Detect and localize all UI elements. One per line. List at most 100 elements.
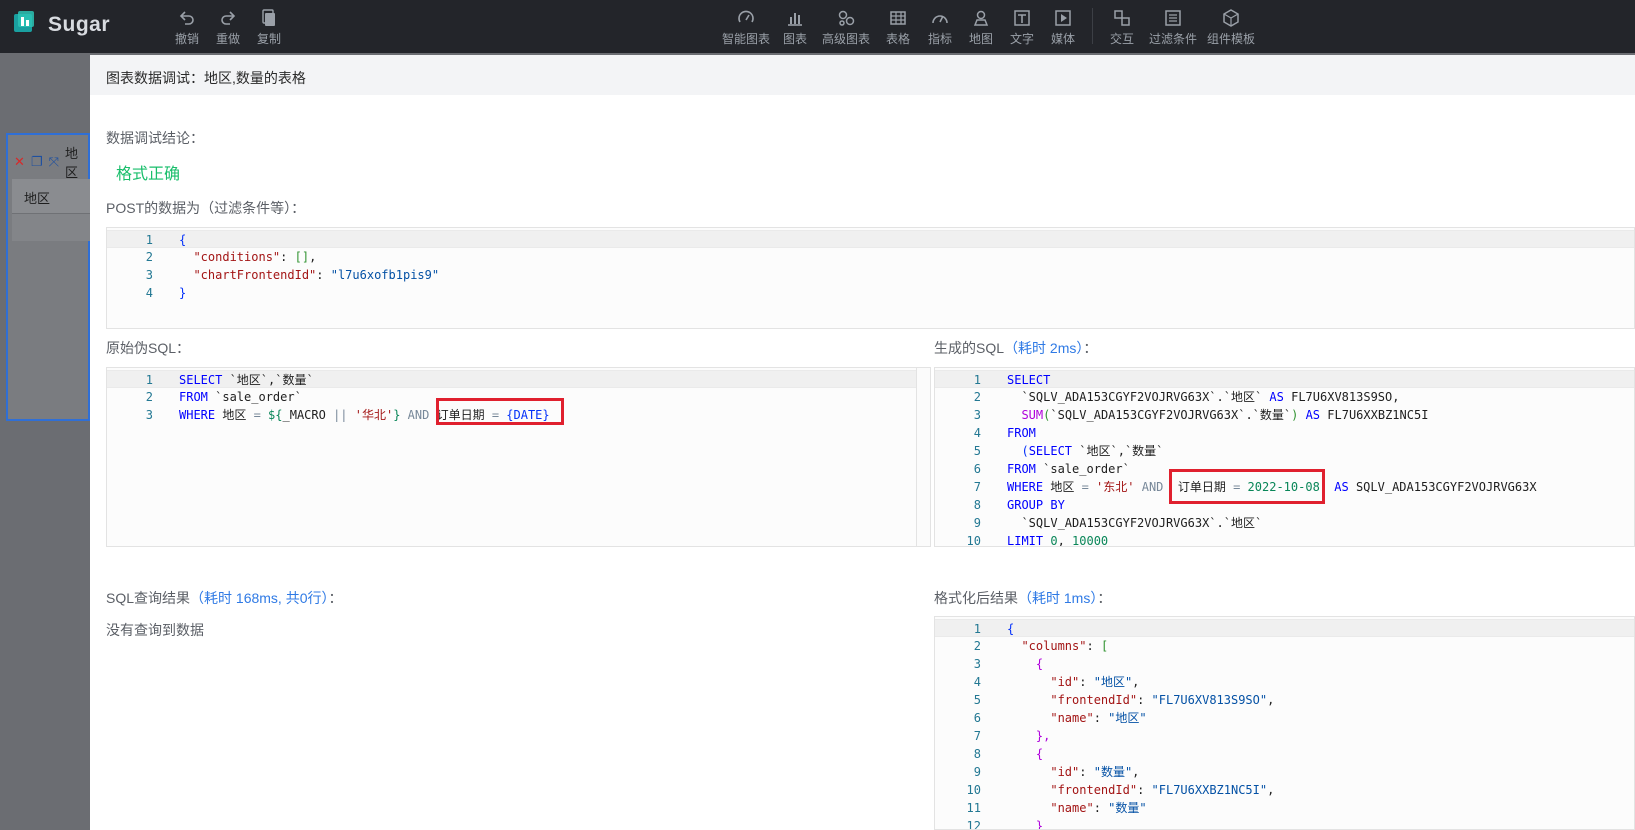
interaction-icon xyxy=(1114,10,1130,26)
smart-chart-label: 智能图表 xyxy=(722,32,771,46)
post-data-label: POST的数据为（过滤条件等）： xyxy=(106,200,306,216)
chart-button[interactable]: 图表 xyxy=(783,8,807,47)
line-number: 9 xyxy=(973,765,981,779)
advanced-chart-button[interactable]: 高级图表 xyxy=(822,8,870,47)
code-line: 1{ xyxy=(107,230,1634,248)
interaction-label: 交互 xyxy=(1110,32,1135,46)
code-token: { xyxy=(179,233,187,247)
smart-chart-button[interactable]: 智能图表 xyxy=(722,8,770,47)
code-line: 3 SUM(`SQLV_ADA153CGYF2VOJRVG63X`.`数量`) … xyxy=(935,406,1634,424)
filter-button[interactable]: 过滤条件 xyxy=(1149,8,1197,47)
duplicate-icon: ❐ xyxy=(30,154,43,169)
code-token: FL7U6XV813S9SO, xyxy=(1283,390,1400,404)
code-token: WHERE xyxy=(1007,480,1044,494)
bar-chart-icon xyxy=(788,13,802,26)
code-token: "地区" xyxy=(1108,711,1147,725)
text-icon xyxy=(1014,10,1030,26)
raw-sql-label: 原始伪SQL： xyxy=(106,340,191,356)
code-line: 2 "columns": [ xyxy=(935,637,1634,655)
code-token: } xyxy=(179,286,187,300)
code-token: "chartFrontendId" xyxy=(193,268,317,282)
line-number: 4 xyxy=(973,426,981,440)
line-number: 2 xyxy=(973,390,981,404)
code-line: 10 "frontendId": "FL7U6XXBZ1NC5I", xyxy=(935,781,1634,799)
code-token: SELECT xyxy=(1007,373,1051,387)
code-token: [] xyxy=(294,250,310,264)
widget-tools: ✕ ❐ ⤧ 地区 xyxy=(14,143,88,181)
code-token: _MACRO xyxy=(282,408,334,422)
table-button[interactable]: 表格 xyxy=(886,8,910,47)
table-row xyxy=(12,213,90,241)
media-label: 媒体 xyxy=(1051,32,1076,46)
sql-result-title: SQL查询结果 xyxy=(106,590,191,606)
highlight-box xyxy=(436,398,564,425)
code-token: GROUP BY xyxy=(1007,498,1065,512)
code-token: FROM xyxy=(179,390,208,404)
code-token: "frontendId" xyxy=(1050,693,1138,707)
sql-result-colon: ： xyxy=(328,590,343,606)
redo-button[interactable]: 重做 xyxy=(216,8,240,47)
post-data-editor[interactable]: 1{ 2 "conditions": [], 3 "chartFrontendI… xyxy=(106,227,1635,329)
expand-icon: ⤧ xyxy=(48,154,59,169)
line-number: 8 xyxy=(973,498,981,512)
editor-scrollbar[interactable] xyxy=(916,368,930,546)
code-token: }, xyxy=(1035,729,1051,743)
code-line: 3 "chartFrontendId": "l7u6xofb1pis9" xyxy=(107,266,1634,284)
code-token: "l7u6xofb1pis9" xyxy=(330,268,440,282)
code-token: SUM xyxy=(1021,408,1044,422)
app-name: Sugar xyxy=(48,12,111,36)
code-token: WHERE xyxy=(179,408,216,422)
indicator-button[interactable]: 指标 xyxy=(928,8,952,47)
smart-chart-icon xyxy=(738,10,754,23)
media-button[interactable]: 媒体 xyxy=(1051,8,1075,47)
code-token: AS xyxy=(1298,408,1321,422)
code-token: 地区 xyxy=(1043,480,1082,494)
line-number: 2 xyxy=(145,390,153,404)
code-token: FL7U6XXBZ1NC5I xyxy=(1320,408,1429,422)
code-token: "frontendId" xyxy=(1050,783,1138,797)
code-token: { xyxy=(1035,657,1044,671)
map-label: 地图 xyxy=(969,32,994,46)
copy-button[interactable]: 复制 xyxy=(257,8,281,47)
text-button[interactable]: 文字 xyxy=(1010,8,1034,47)
interaction-button[interactable]: 交互 xyxy=(1110,8,1134,47)
highlight-box xyxy=(1169,469,1325,504)
indicator-label: 指标 xyxy=(928,32,953,46)
line-number: 10 xyxy=(966,534,981,547)
filter-label: 过滤条件 xyxy=(1149,32,1198,46)
code-token: { xyxy=(1007,622,1015,636)
line-number: 2 xyxy=(145,250,153,264)
background-table-widget: ✕ ❐ ⤧ 地区 地区 xyxy=(6,133,90,421)
code-line: 11 "name": "数量" xyxy=(935,799,1634,817)
no-data-message: 没有查询到数据 xyxy=(106,622,204,638)
code-token: [ xyxy=(1100,639,1109,653)
sugar-logo-icon xyxy=(10,8,38,41)
code-line: 8 { xyxy=(935,745,1634,763)
code-token: `地区`,`数量` xyxy=(1072,444,1164,458)
undo-button[interactable]: 撤销 xyxy=(175,8,199,47)
copy-icon xyxy=(262,9,275,26)
map-button[interactable]: 地图 xyxy=(969,8,993,47)
code-token: "conditions" xyxy=(193,250,281,264)
code-line: 10 LIMIT 0, 10000 xyxy=(935,532,1634,547)
redo-label: 重做 xyxy=(216,32,241,46)
code-line: 5 (SELECT `地区`,`数量` xyxy=(935,442,1634,460)
code-line: 7 }, xyxy=(935,727,1634,745)
code-token: SELECT xyxy=(1028,444,1073,458)
generated-sql-editor[interactable]: 1 SELECT 2 `SQLV_ADA153CGYF2VOJRVG63X`.`地… xyxy=(934,367,1635,547)
code-token: AS xyxy=(1327,480,1349,494)
format-result-time: （耗时 1ms） xyxy=(1018,590,1098,606)
formatted-result-editor[interactable]: 1{ 2 "columns": [ 3 { 4 "id": "地区", 5 "f… xyxy=(934,616,1635,830)
code-token: 10000 xyxy=(1064,534,1109,547)
format-result-colon: ： xyxy=(1097,590,1112,606)
template-button[interactable]: 组件模板 xyxy=(1207,8,1255,47)
conclusion-label: 数据调试结论： xyxy=(106,130,204,146)
raw-sql-editor[interactable]: 1 SELECT `地区`,`数量` 2 FROM `sale_order` 3 WH… xyxy=(106,367,931,547)
code-token: "name" xyxy=(1050,801,1094,815)
format-result-title: 格式化后结果 xyxy=(934,590,1018,606)
code-token: = xyxy=(253,408,261,422)
code-token: `SQLV_ADA153CGYF2VOJRVG63X`.`数量` xyxy=(1050,408,1292,422)
code-line: 4} xyxy=(107,284,1634,302)
template-icon xyxy=(1223,9,1239,27)
